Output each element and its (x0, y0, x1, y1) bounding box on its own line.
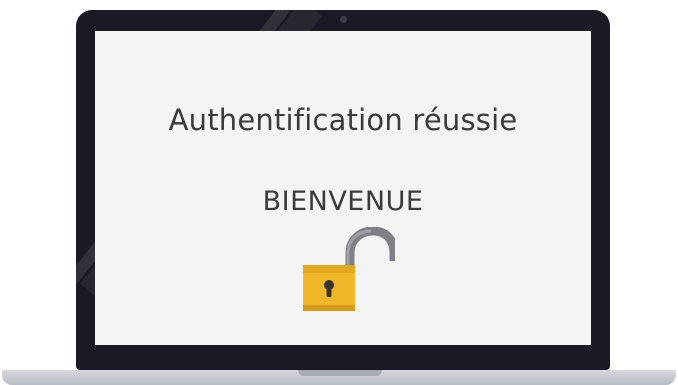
authentication-message: Authentification réussie (168, 103, 518, 137)
webcam-icon (340, 16, 347, 23)
laptop-illustration: Authentification réussie BIENVENUE (0, 0, 678, 385)
laptop-screen: Authentification réussie BIENVENUE (95, 31, 591, 345)
welcome-message: BIENVENUE (262, 186, 424, 217)
laptop-base (2, 370, 676, 385)
laptop-base-notch (298, 370, 382, 376)
unlocked-padlock-icon (303, 227, 395, 311)
